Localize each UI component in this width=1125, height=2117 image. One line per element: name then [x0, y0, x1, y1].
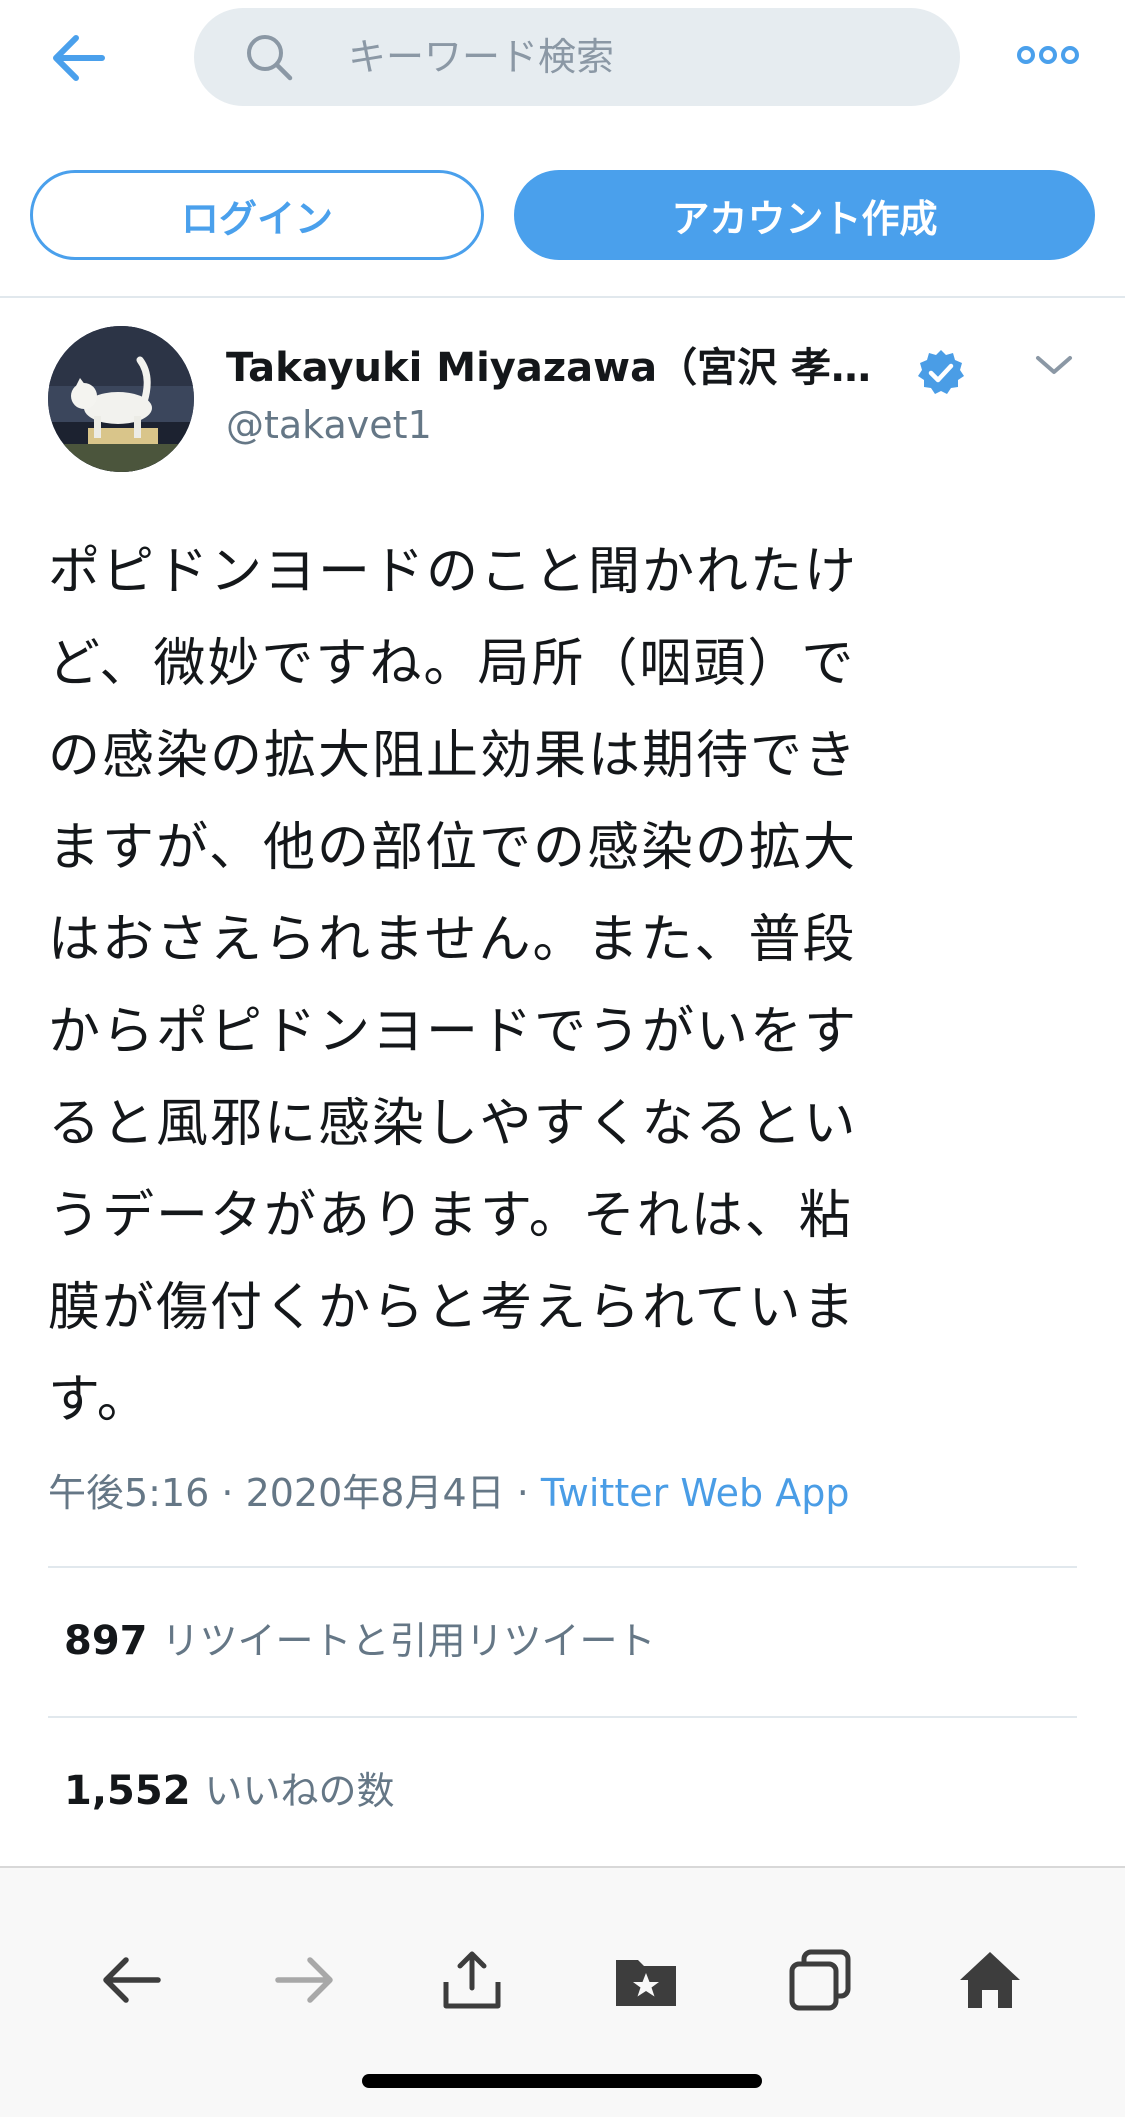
- search-icon: [244, 32, 294, 82]
- search-placeholder: キーワード検索: [348, 35, 615, 79]
- avatar[interactable]: [48, 326, 194, 472]
- bookmarks-icon[interactable]: [614, 1948, 678, 2012]
- likes-label: いいねの数: [204, 1769, 395, 1813]
- chevron-down-icon[interactable]: [1032, 350, 1076, 380]
- likes-count: 1,552: [64, 1768, 191, 1814]
- verified-badge-icon: [916, 348, 966, 398]
- back-arrow-icon[interactable]: [48, 28, 108, 88]
- divider: [48, 1716, 1077, 1718]
- tweet-source-link[interactable]: Twitter Web App: [541, 1471, 850, 1515]
- search-input[interactable]: キーワード検索: [194, 8, 960, 106]
- home-icon[interactable]: [958, 1948, 1022, 2012]
- share-icon[interactable]: [440, 1948, 504, 2012]
- likes-stat[interactable]: 1,552 いいねの数: [64, 1766, 395, 1816]
- author-handle[interactable]: @takavet1: [226, 402, 432, 448]
- auth-buttons: ログイン アカウント作成: [0, 170, 1125, 260]
- top-bar: キーワード検索: [0, 0, 1125, 120]
- back-arrow-icon[interactable]: [100, 1948, 164, 2012]
- author-name[interactable]: Takayuki Miyazawa（宮沢 孝…: [226, 344, 871, 392]
- retweets-stat[interactable]: 897 リツイートと引用リツイート: [64, 1616, 656, 1666]
- divider: [48, 1566, 1077, 1568]
- tweet-text: ポピドンヨードのこと聞かれたけ ど、微妙ですね。局所（咽頭）で の感染の拡大阻止…: [48, 542, 859, 1430]
- forward-arrow-icon[interactable]: [272, 1948, 336, 2012]
- more-options-icon[interactable]: [1016, 40, 1080, 70]
- tweet-meta: 午後5:16 · 2020年8月4日 · Twitter Web App: [48, 1468, 849, 1518]
- tabs-icon[interactable]: [788, 1948, 852, 2012]
- retweets-count: 897: [64, 1618, 148, 1664]
- login-button[interactable]: ログイン: [30, 170, 484, 260]
- tweet-timestamp[interactable]: 午後5:16 · 2020年8月4日 ·: [48, 1471, 541, 1515]
- home-indicator: [362, 2074, 762, 2088]
- divider: [0, 296, 1125, 298]
- signup-button[interactable]: アカウント作成: [514, 170, 1095, 260]
- retweets-label: リツイートと引用リツイート: [161, 1619, 656, 1663]
